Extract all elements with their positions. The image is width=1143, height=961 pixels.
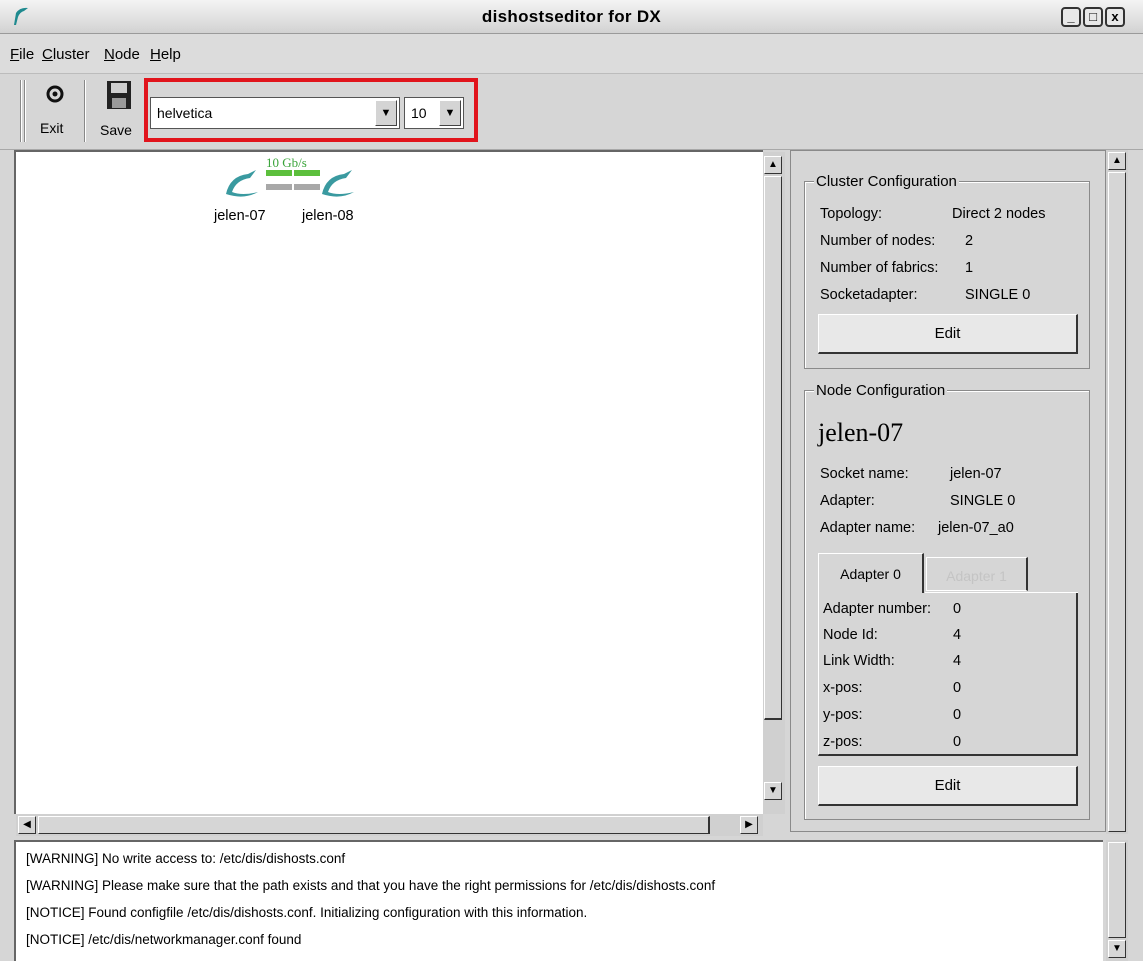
scroll-up-icon[interactable]: ▲ [1108,152,1126,170]
link-bar [294,170,320,176]
node-icon[interactable] [222,166,262,198]
node-name-heading: jelen-07 [818,418,904,447]
node-label[interactable]: jelen-08 [302,208,354,224]
topology-value: Direct 2 nodes [952,206,1046,222]
window-title: dishostseditor for DX [481,7,662,26]
save-icon [106,80,132,110]
tab-adapter-1[interactable]: Adapter 1 [926,557,1028,591]
log-line: [WARNING] Please make sure that the path… [26,878,716,893]
link-speed-label: 10 Gb/s [266,155,307,170]
num-fabrics-value: 1 [965,260,974,276]
x-pos-label: x-pos: [823,680,863,696]
maximize-button[interactable]: □ [1083,7,1103,27]
cluster-config-title: Cluster Configuration [814,173,959,190]
log-line: [NOTICE] /etc/dis/networkmanager.conf fo… [26,932,302,947]
z-pos-value: 0 [953,734,962,750]
menu-node[interactable]: Node [104,46,140,63]
toolbar-grip[interactable] [20,80,22,142]
log-line: [NOTICE] Found configfile /etc/dis/disho… [26,905,588,920]
toolbar-separator [84,80,86,142]
adapter-number-label: Adapter number: [823,601,932,617]
canvas-vertical-thumb[interactable] [764,176,782,720]
close-button[interactable]: x [1105,7,1125,27]
link-width-label: Link Width: [823,653,895,669]
x-pos-value: 0 [953,680,962,696]
exit-button[interactable]: Exit [32,80,78,144]
canvas-horizontal-thumb[interactable] [38,816,710,834]
adapter-name-label: Adapter name: [820,520,916,536]
node-label[interactable]: jelen-07 [214,208,266,224]
adapter-value: SINGLE 0 [950,493,1016,509]
node-edit-button[interactable]: Edit [818,766,1078,806]
y-pos-value: 0 [953,707,962,723]
link-bar [294,184,320,190]
menu-help[interactable]: Help [150,46,181,63]
node-icon[interactable] [318,166,358,198]
link-bar [266,170,292,176]
num-nodes-value: 2 [965,233,974,249]
cluster-edit-button[interactable]: Edit [818,314,1078,354]
tab-adapter-0[interactable]: Adapter 0 [818,553,924,593]
node-id-label: Node Id: [823,627,878,643]
log-line: [WARNING] No write access to: /etc/dis/d… [26,851,346,866]
menu-cluster[interactable]: Cluster [42,46,90,63]
save-button[interactable]: Save [96,78,142,144]
num-fabrics-label: Number of fabrics: [820,260,939,276]
minimize-button[interactable]: _ [1061,7,1081,27]
socketadapter-value: SINGLE 0 [965,287,1031,303]
log-vertical-thumb[interactable] [1108,842,1126,938]
toolbar-grip[interactable] [24,80,26,142]
scroll-right-icon[interactable]: ▶ [740,816,758,834]
scroll-down-icon[interactable]: ▼ [764,782,782,800]
save-label: Save [100,122,132,138]
adapter-label: Adapter: [820,493,875,509]
scroll-left-icon[interactable]: ◀ [18,816,36,834]
socketadapter-label: Socketadapter: [820,287,918,303]
socket-name-value: jelen-07 [950,466,1002,482]
node-id-value: 4 [953,627,962,643]
link-bar [266,184,292,190]
topology-label: Topology: [820,206,883,222]
tab-divider [925,592,1078,593]
adapter-number-value: 0 [953,601,962,617]
socket-name-label: Socket name: [820,466,909,482]
link-width-value: 4 [953,653,962,669]
y-pos-label: y-pos: [823,707,863,723]
topology-canvas[interactable] [14,150,763,814]
highlight-box [144,78,478,142]
exit-label: Exit [40,120,64,136]
scroll-up-icon[interactable]: ▲ [764,156,782,174]
scroll-down-icon[interactable]: ▼ [1108,940,1126,958]
num-nodes-label: Number of nodes: [820,233,936,249]
panel-vertical-thumb[interactable] [1108,172,1126,832]
exit-icon [45,84,65,104]
menu-file[interactable]: File [10,46,34,63]
adapter-name-value: jelen-07_a0 [938,520,1014,536]
z-pos-label: z-pos: [823,734,863,750]
node-config-title: Node Configuration [814,382,948,399]
